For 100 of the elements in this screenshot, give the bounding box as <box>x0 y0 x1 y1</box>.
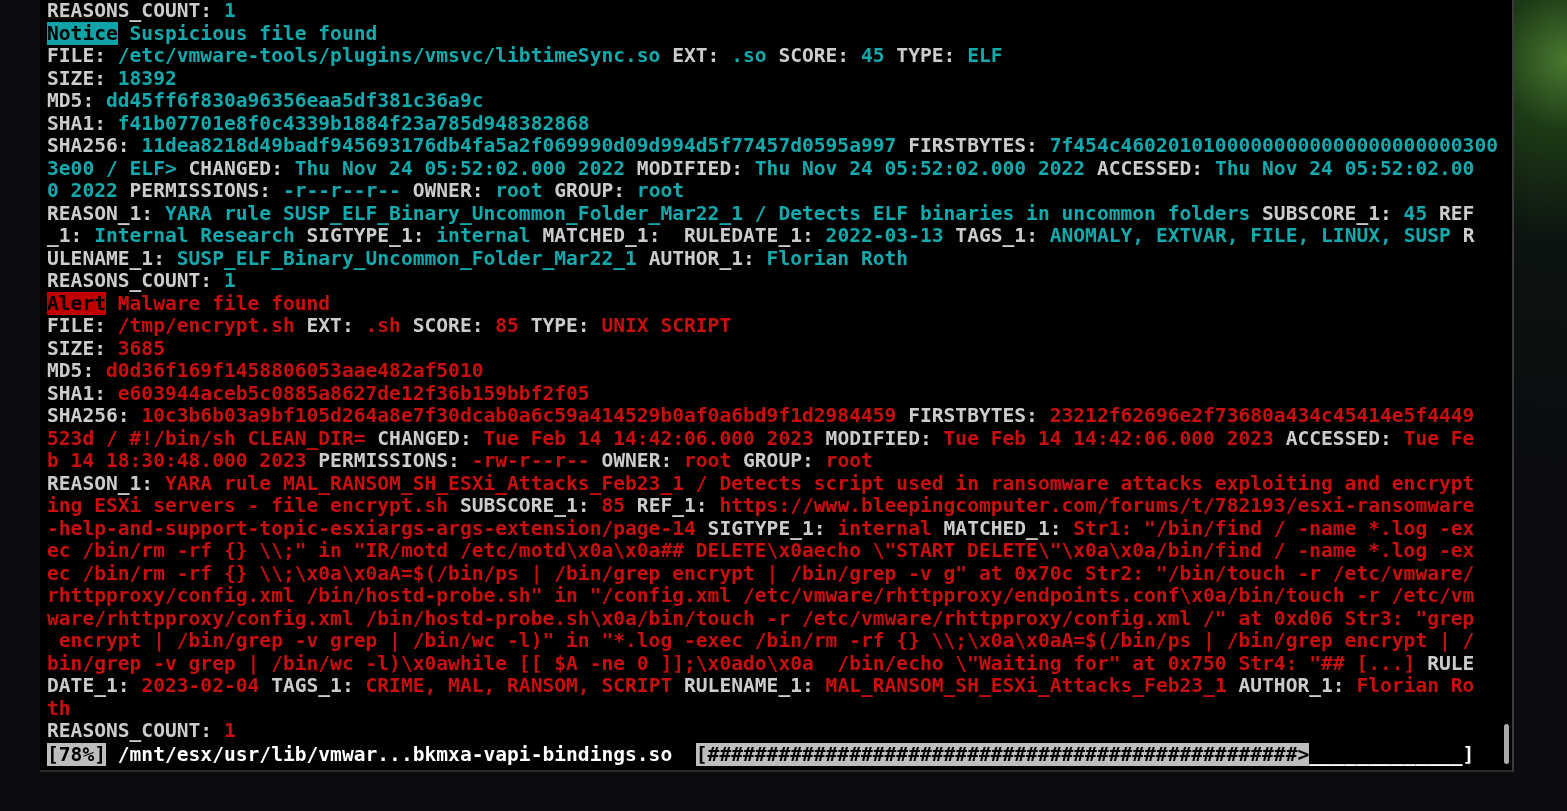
field-value: 1 <box>223 269 236 292</box>
scrollbar-thumb[interactable] <box>1504 724 1509 764</box>
field-label: MATCHED_1: <box>542 224 661 247</box>
field-value: 523d / #!/bin/sh CLEAN_DIR= <box>47 426 366 450</box>
field-value: ing ESXi servers - file encrypt.sh <box>47 494 449 517</box>
field-value: d0d36f169f1458806053aae482af5010 <box>106 359 484 382</box>
field-label: SHA1: <box>47 111 106 135</box>
field-label: FILE: <box>47 44 106 67</box>
field-value: 1 <box>223 719 236 742</box>
field-label: _1: <box>47 224 83 247</box>
field-label: EXT: <box>306 314 354 337</box>
field-label: ACCESSED: <box>1285 426 1392 450</box>
field-value: 3685 <box>117 336 165 360</box>
field-value: 45 <box>860 44 885 67</box>
field-value: /tmp/encrypt.sh <box>117 314 295 337</box>
field-label: PERMISSIONS: <box>129 179 272 202</box>
field-label: RULEDATE_1: <box>684 224 814 247</box>
field-value: YARA rule SUSP_ELF_Binary_Uncommon_Folder_Mar22_1 / Detects ELF binaries in uncommon folders <box>164 201 1251 225</box>
field-label: REASON_1: <box>47 201 154 225</box>
field-value: 85 <box>495 314 519 337</box>
field-label: REF_1: <box>636 494 708 517</box>
field-label: R <box>1462 224 1475 247</box>
field-value: Tue Feb 14 14:42:06.000 2023 <box>483 426 814 450</box>
field-label: TAGS_1: <box>955 224 1038 247</box>
field-value: root <box>495 179 543 202</box>
field-value: 18392 <box>117 66 177 90</box>
field-value: Malware file found <box>117 291 331 315</box>
field-value: 45 <box>1403 201 1428 225</box>
field-label: TYPE: <box>896 44 956 67</box>
field-label: GROUP: <box>554 179 626 202</box>
field-value: e603944aceb5c0885a8627de12f36b159bbf2f05 <box>117 381 590 405</box>
field-label: SCORE: <box>778 44 850 67</box>
field-label: OWNER: <box>601 449 673 472</box>
file-path: /mnt/esx/usr/lib/vmwar...bkmxa-vapi-bindings.so <box>117 742 673 766</box>
field-value: -help-and-support-topic-esxiargs-args-extension/page-14 <box>47 516 696 540</box>
field-label: CHANGED: <box>377 426 472 450</box>
field-label: SIZE: <box>47 336 106 360</box>
field-value: internal <box>837 516 932 540</box>
field-value: ware/rhttpproxy/config.xml /bin/hostd-probe.sh\x0a/bin/touch -r /etc/vmware/rhttpproxy/config.xml /" at 0xd06 Str3: "grep <box>47 606 1475 630</box>
field-value: Thu Nov 24 05:52:02.00 <box>1214 156 1475 180</box>
field-value: b 14 18:30:48.000 2023 <box>47 449 307 472</box>
field-label: MODIFIED: <box>636 156 743 180</box>
field-label: RULE <box>1427 651 1475 675</box>
progress-percent: [78%] <box>47 742 106 766</box>
field-value: -rw-r--r-- <box>471 449 590 472</box>
severity-badge: Alert <box>47 291 106 315</box>
field-value: MAL_RANSOM_SH_ESXi_Attacks_Feb23_1 <box>825 674 1227 697</box>
field-value: bin/grep -v grep | /bin/wc -l)\x0awhile [[ $A -ne 0 ]];\x0ado\x0a /bin/echo \"Waiting for" at 0x750 Str4: "## [...] <box>47 651 1416 675</box>
field-label: FIRSTBYTES: <box>908 404 1038 427</box>
field-value: Tue Fe <box>1403 426 1475 450</box>
field-value: YARA rule MAL_RANSOM_SH_ESXi_Attacks_Feb23_1 / Detects script used in ransomware attacks exploiting and encrypt <box>164 471 1475 495</box>
field-value: Tue Feb 14 14:42:06.000 2023 <box>943 426 1274 450</box>
field-label: SHA256: <box>47 404 130 427</box>
field-label: RULENAME_1: <box>684 674 814 697</box>
field-value: .so <box>731 44 767 67</box>
field-label: EXT: <box>672 44 720 67</box>
field-value: 85 <box>601 494 626 517</box>
field-value: CRIME, MAL, RANSOM, SCRIPT <box>365 674 673 697</box>
field-value: th <box>47 696 71 720</box>
field-value: Florian Roth <box>766 246 909 270</box>
field-value: https://www.bleepingcomputer.com/forums/t/782193/esxi-ransomware <box>719 494 1475 517</box>
field-label: REASON_1: <box>47 471 154 495</box>
field-label: ACCESSED: <box>1096 156 1204 180</box>
severity-badge: Notice <box>47 21 118 45</box>
field-value: Suspicious file found <box>129 21 378 45</box>
field-label: SIZE: <box>47 66 106 90</box>
field-value: 3e00 / ELF> <box>47 156 177 180</box>
field-value: 11dea8218d49badf945693176db4fa5a2f069990d09d994d5f77457d0595a997 <box>141 134 897 157</box>
field-label: SHA256: <box>47 134 130 157</box>
field-label: REF <box>1439 201 1475 225</box>
field-value: UNIX SCRIPT <box>601 314 732 337</box>
field-value: 2023-02-04 <box>141 674 260 697</box>
field-value: 23212f62696e2f73680a434c45414e5f4449 <box>1049 404 1475 427</box>
field-label: AUTHOR_1: <box>648 246 755 270</box>
field-value: 0 2022 <box>47 179 118 202</box>
field-label: ULENAME_1: <box>47 246 165 270</box>
field-value: root <box>636 179 685 202</box>
field-value: 1 <box>223 0 236 22</box>
field-label: FIRSTBYTES: <box>908 134 1038 157</box>
field-label: REASONS_COUNT: <box>47 719 213 742</box>
field-value: 7f454c46020101000000000000000000000300 <box>1049 134 1498 157</box>
field-value: Florian Ro <box>1356 674 1475 697</box>
field-label: SCORE: <box>412 314 484 337</box>
field-label: SUBSCORE_1: <box>1262 201 1392 225</box>
field-value: Str1: "/bin/find / -name *.log -ex <box>1073 516 1475 540</box>
field-label: OWNER: <box>412 179 484 202</box>
field-value: -r--r--r-- <box>282 179 401 202</box>
field-value: root <box>684 449 732 472</box>
field-value: rhttpproxy/config.xml /bin/hostd-probe.sh" in "/config.xml /etc/vmware/rhttpproxy/endpoints.conf\x0a/bin/touch -r /etc/vm <box>47 584 1475 607</box>
field-label: TYPE: <box>530 314 590 337</box>
field-label: TAGS_1: <box>271 674 354 697</box>
field-label: MATCHED_1: <box>943 516 1062 540</box>
field-label: REASONS_COUNT: <box>47 0 213 22</box>
field-label: SIGTYPE_1: <box>306 224 425 247</box>
field-label: REASONS_COUNT: <box>47 269 213 292</box>
field-value: 10c3b6b03a9bf105d264a8e7f30dcab0a6c59a414529b0af0a6bd9f1d2984459 <box>141 404 897 427</box>
field-value: internal <box>436 224 531 247</box>
field-value: SUSP_ELF_Binary_Uncommon_Folder_Mar22_1 <box>176 246 637 270</box>
field-label: GROUP: <box>743 449 814 472</box>
field-value: root <box>825 449 873 472</box>
